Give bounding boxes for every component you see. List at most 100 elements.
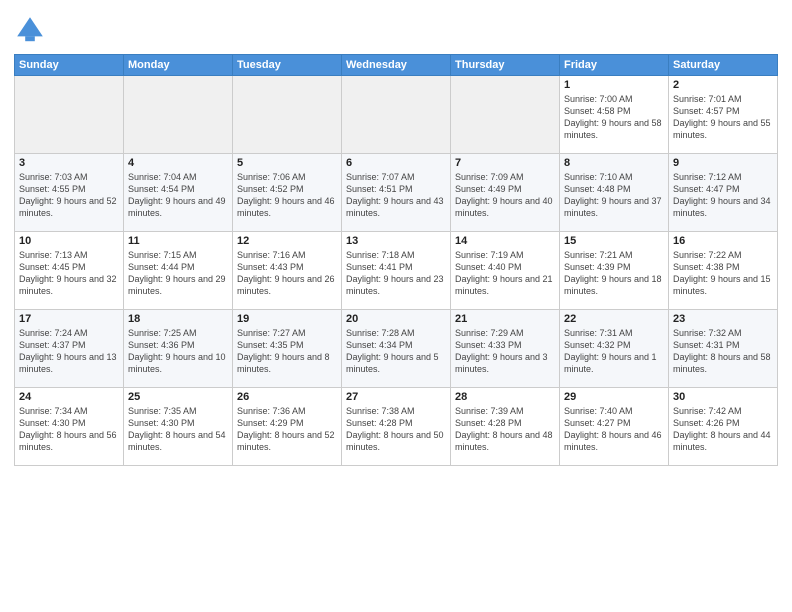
- day-info: Sunrise: 7:22 AM Sunset: 4:38 PM Dayligh…: [673, 249, 773, 298]
- day-number: 24: [19, 391, 119, 403]
- calendar-cell: 1Sunrise: 7:00 AM Sunset: 4:58 PM Daylig…: [560, 76, 669, 154]
- calendar-cell: [451, 76, 560, 154]
- day-number: 25: [128, 391, 228, 403]
- day-number: 22: [564, 313, 664, 325]
- day-info: Sunrise: 7:13 AM Sunset: 4:45 PM Dayligh…: [19, 249, 119, 298]
- day-number: 3: [19, 157, 119, 169]
- calendar-cell: 27 Sunrise: 7:38 AM Sunset: 4:28 PM Dayli…: [342, 388, 451, 466]
- day-info: Sunrise: 7:40 AM Sunset: 4:27 PM Dayligh…: [564, 405, 664, 454]
- calendar-cell: 18 Sunrise: 7:25 AM Sunset: 4:36 PM Dayli…: [124, 310, 233, 388]
- day-info: Sunrise: 7:21 AM Sunset: 4:39 PM Dayligh…: [564, 249, 664, 298]
- week-row-5: 24 Sunrise: 7:34 AM Sunset: 4:30 PM Dayli…: [15, 388, 778, 466]
- day-number: 7: [455, 157, 555, 169]
- day-number: 21: [455, 313, 555, 325]
- day-info: Sunrise: 7:24 AM Sunset: 4:37 PM Dayligh…: [19, 327, 119, 376]
- day-info: Sunrise: 7:03 AM Sunset: 4:55 PM Dayligh…: [19, 171, 119, 220]
- day-number: 16: [673, 235, 773, 247]
- day-info: Sunrise: 7:28 AM Sunset: 4:34 PM Dayligh…: [346, 327, 446, 376]
- calendar-cell: 16 Sunrise: 7:22 AM Sunset: 4:38 PM Dayli…: [669, 232, 778, 310]
- page: SundayMondayTuesdayWednesdayThursdayFrid…: [0, 0, 792, 612]
- day-number: 20: [346, 313, 446, 325]
- calendar-cell: [342, 76, 451, 154]
- day-number: 5: [237, 157, 337, 169]
- calendar-cell: 15 Sunrise: 7:21 AM Sunset: 4:39 PM Dayli…: [560, 232, 669, 310]
- calendar-cell: 14 Sunrise: 7:19 AM Sunset: 4:40 PM Dayli…: [451, 232, 560, 310]
- week-row-4: 17 Sunrise: 7:24 AM Sunset: 4:37 PM Dayli…: [15, 310, 778, 388]
- day-info: Sunrise: 7:06 AM Sunset: 4:52 PM Dayligh…: [237, 171, 337, 220]
- calendar-cell: 8 Sunrise: 7:10 AM Sunset: 4:48 PM Daylig…: [560, 154, 669, 232]
- day-number: 28: [455, 391, 555, 403]
- calendar-cell: 10 Sunrise: 7:13 AM Sunset: 4:45 PM Dayli…: [15, 232, 124, 310]
- weekday-header-tuesday: Tuesday: [233, 55, 342, 76]
- day-number: 12: [237, 235, 337, 247]
- calendar-body: 1Sunrise: 7:00 AM Sunset: 4:58 PM Daylig…: [15, 76, 778, 466]
- day-number: 19: [237, 313, 337, 325]
- calendar-cell: 7 Sunrise: 7:09 AM Sunset: 4:49 PM Daylig…: [451, 154, 560, 232]
- day-number: 6: [346, 157, 446, 169]
- calendar-cell: [15, 76, 124, 154]
- calendar-cell: 13Sunrise: 7:18 AM Sunset: 4:41 PM Dayli…: [342, 232, 451, 310]
- day-number: 15: [564, 235, 664, 247]
- week-row-2: 3 Sunrise: 7:03 AM Sunset: 4:55 PM Daylig…: [15, 154, 778, 232]
- header: [14, 10, 778, 46]
- day-info: Sunrise: 7:34 AM Sunset: 4:30 PM Dayligh…: [19, 405, 119, 454]
- weekday-row: SundayMondayTuesdayWednesdayThursdayFrid…: [15, 55, 778, 76]
- calendar-cell: 30Sunrise: 7:42 AM Sunset: 4:26 PM Dayli…: [669, 388, 778, 466]
- calendar-cell: 2Sunrise: 7:01 AM Sunset: 4:57 PM Daylig…: [669, 76, 778, 154]
- weekday-header-monday: Monday: [124, 55, 233, 76]
- calendar-cell: 24 Sunrise: 7:34 AM Sunset: 4:30 PM Dayli…: [15, 388, 124, 466]
- calendar-cell: 22Sunrise: 7:31 AM Sunset: 4:32 PM Dayli…: [560, 310, 669, 388]
- day-number: 27: [346, 391, 446, 403]
- day-number: 2: [673, 79, 773, 91]
- day-info: Sunrise: 7:36 AM Sunset: 4:29 PM Dayligh…: [237, 405, 337, 454]
- day-info: Sunrise: 7:07 AM Sunset: 4:51 PM Dayligh…: [346, 171, 446, 220]
- week-row-3: 10 Sunrise: 7:13 AM Sunset: 4:45 PM Dayli…: [15, 232, 778, 310]
- calendar-cell: 17 Sunrise: 7:24 AM Sunset: 4:37 PM Dayli…: [15, 310, 124, 388]
- day-number: 23: [673, 313, 773, 325]
- calendar-cell: 25 Sunrise: 7:35 AM Sunset: 4:30 PM Dayli…: [124, 388, 233, 466]
- day-info: Sunrise: 7:15 AM Sunset: 4:44 PM Dayligh…: [128, 249, 228, 298]
- day-number: 4: [128, 157, 228, 169]
- weekday-header-sunday: Sunday: [15, 55, 124, 76]
- day-info: Sunrise: 7:32 AM Sunset: 4:31 PM Dayligh…: [673, 327, 773, 376]
- calendar-cell: 19Sunrise: 7:27 AM Sunset: 4:35 PM Dayli…: [233, 310, 342, 388]
- day-info: Sunrise: 7:09 AM Sunset: 4:49 PM Dayligh…: [455, 171, 555, 220]
- day-number: 8: [564, 157, 664, 169]
- day-info: Sunrise: 7:16 AM Sunset: 4:43 PM Dayligh…: [237, 249, 337, 298]
- day-number: 17: [19, 313, 119, 325]
- day-number: 9: [673, 157, 773, 169]
- day-info: Sunrise: 7:04 AM Sunset: 4:54 PM Dayligh…: [128, 171, 228, 220]
- calendar-cell: 9 Sunrise: 7:12 AM Sunset: 4:47 PM Daylig…: [669, 154, 778, 232]
- calendar-cell: [124, 76, 233, 154]
- day-info: Sunrise: 7:10 AM Sunset: 4:48 PM Dayligh…: [564, 171, 664, 220]
- calendar-cell: 12 Sunrise: 7:16 AM Sunset: 4:43 PM Dayli…: [233, 232, 342, 310]
- day-number: 30: [673, 391, 773, 403]
- day-info: Sunrise: 7:38 AM Sunset: 4:28 PM Dayligh…: [346, 405, 446, 454]
- day-number: 1: [564, 79, 664, 91]
- day-info: Sunrise: 7:25 AM Sunset: 4:36 PM Dayligh…: [128, 327, 228, 376]
- calendar-cell: 5 Sunrise: 7:06 AM Sunset: 4:52 PM Daylig…: [233, 154, 342, 232]
- weekday-header-wednesday: Wednesday: [342, 55, 451, 76]
- day-number: 13: [346, 235, 446, 247]
- day-info: Sunrise: 7:19 AM Sunset: 4:40 PM Dayligh…: [455, 249, 555, 298]
- day-number: 29: [564, 391, 664, 403]
- calendar-cell: 28Sunrise: 7:39 AM Sunset: 4:28 PM Dayli…: [451, 388, 560, 466]
- day-info: Sunrise: 7:29 AM Sunset: 4:33 PM Dayligh…: [455, 327, 555, 376]
- day-number: 26: [237, 391, 337, 403]
- calendar-cell: 21 Sunrise: 7:29 AM Sunset: 4:33 PM Dayli…: [451, 310, 560, 388]
- calendar-cell: 3 Sunrise: 7:03 AM Sunset: 4:55 PM Daylig…: [15, 154, 124, 232]
- calendar-cell: 29 Sunrise: 7:40 AM Sunset: 4:27 PM Dayli…: [560, 388, 669, 466]
- day-number: 10: [19, 235, 119, 247]
- day-number: 11: [128, 235, 228, 247]
- weekday-header-thursday: Thursday: [451, 55, 560, 76]
- logo: [14, 14, 50, 46]
- logo-icon: [14, 14, 46, 46]
- day-number: 14: [455, 235, 555, 247]
- calendar-cell: 4 Sunrise: 7:04 AM Sunset: 4:54 PM Daylig…: [124, 154, 233, 232]
- day-number: 18: [128, 313, 228, 325]
- week-row-1: 1Sunrise: 7:00 AM Sunset: 4:58 PM Daylig…: [15, 76, 778, 154]
- calendar-cell: 23 Sunrise: 7:32 AM Sunset: 4:31 PM Dayli…: [669, 310, 778, 388]
- calendar-cell: [233, 76, 342, 154]
- day-info: Sunrise: 7:35 AM Sunset: 4:30 PM Dayligh…: [128, 405, 228, 454]
- day-info: Sunrise: 7:12 AM Sunset: 4:47 PM Dayligh…: [673, 171, 773, 220]
